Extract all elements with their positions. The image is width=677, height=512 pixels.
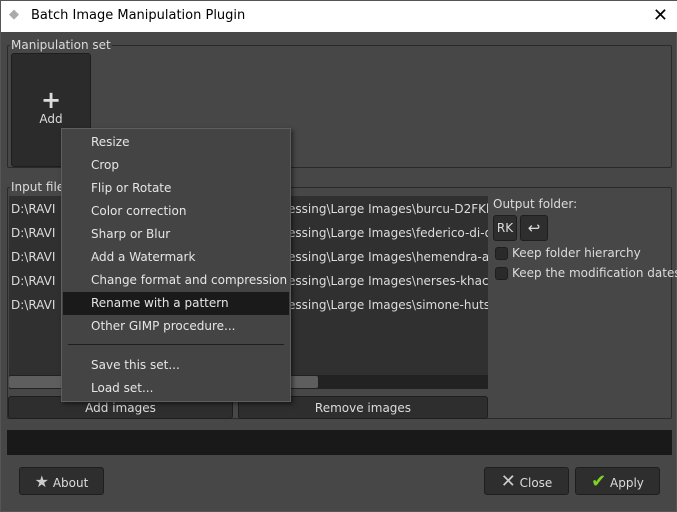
menu-separator	[68, 344, 284, 345]
menu-item-add-a-watermark[interactable]: Add a Watermark	[63, 246, 289, 269]
menu-item-other-gimp-procedure[interactable]: Other GIMP procedure...	[63, 315, 289, 338]
title-bar: ◆ Batch Image Manipulation Plugin ✕	[1, 1, 677, 32]
menu-item-sharp-or-blur[interactable]: Sharp or Blur	[63, 223, 289, 246]
add-manipulation-menu: Save this set... Load set... Resize Crop F…	[61, 128, 291, 402]
keep-hierarchy-label: Keep folder hierarchy	[512, 246, 641, 260]
gimp-icon: ◆	[9, 7, 19, 22]
menu-item-load-set[interactable]: Load set...	[63, 377, 289, 400]
about-label: About	[52, 476, 89, 490]
keep-dates-label: Keep the modification dates	[512, 266, 677, 280]
keep-hierarchy-checkbox[interactable]	[495, 247, 508, 260]
undo-arrow-icon[interactable]: ↩	[520, 215, 548, 241]
apply-button[interactable]: ✔ Apply	[575, 467, 660, 495]
menu-item-save-set[interactable]: Save this set...	[63, 354, 289, 377]
file-path-start: D:\RAVI	[11, 202, 56, 216]
close-label: Close	[519, 476, 553, 490]
menu-item-flip-or-rotate[interactable]: Flip or Rotate	[63, 177, 289, 200]
window-title: Batch Image Manipulation Plugin	[31, 8, 246, 23]
menu-item-color-correction[interactable]: Color correction	[63, 200, 289, 223]
menu-item-resize[interactable]: Resize	[63, 131, 289, 154]
input-files-legend: Input file	[10, 180, 66, 194]
manipulation-set-legend: Manipulation set	[10, 38, 112, 52]
x-icon: ✕	[500, 471, 516, 492]
star-icon: ★	[34, 472, 50, 491]
close-window-button[interactable]: ✕	[653, 5, 668, 26]
output-folder-label: Output folder:	[493, 197, 578, 211]
file-path-end: essing\Large Images\federico-di-d	[288, 226, 488, 240]
checkmark-icon: ✔	[591, 471, 607, 492]
menu-item-change-format-and-compression[interactable]: Change format and compression	[63, 269, 289, 292]
menu-item-crop[interactable]: Crop	[63, 154, 289, 177]
file-path-end: essing\Large Images\simone-huts	[288, 298, 488, 312]
keep-dates-checkbox[interactable]	[495, 267, 508, 280]
about-button[interactable]: ★ About	[19, 467, 104, 495]
file-path-end: essing\Large Images\burcu-D2FKb	[288, 202, 488, 216]
output-folder-button[interactable]: RK	[493, 215, 517, 241]
file-path-start: D:\RAVI	[11, 226, 56, 240]
file-path-start: D:\RAVI	[11, 298, 56, 312]
file-path-end: essing\Large Images\nerses-khac	[288, 274, 488, 288]
file-path-end: essing\Large Images\hemendra-al	[288, 250, 488, 264]
progress-bar	[7, 430, 672, 455]
menu-item-rename-with-a-pattern[interactable]: Rename with a pattern	[63, 292, 289, 315]
apply-label: Apply	[610, 476, 644, 490]
add-label: Add	[39, 112, 63, 126]
file-path-start: D:\RAVI	[11, 250, 56, 264]
file-path-start: D:\RAVI	[11, 274, 56, 288]
plus-icon: +	[40, 86, 62, 114]
close-button[interactable]: ✕ Close	[484, 467, 569, 495]
